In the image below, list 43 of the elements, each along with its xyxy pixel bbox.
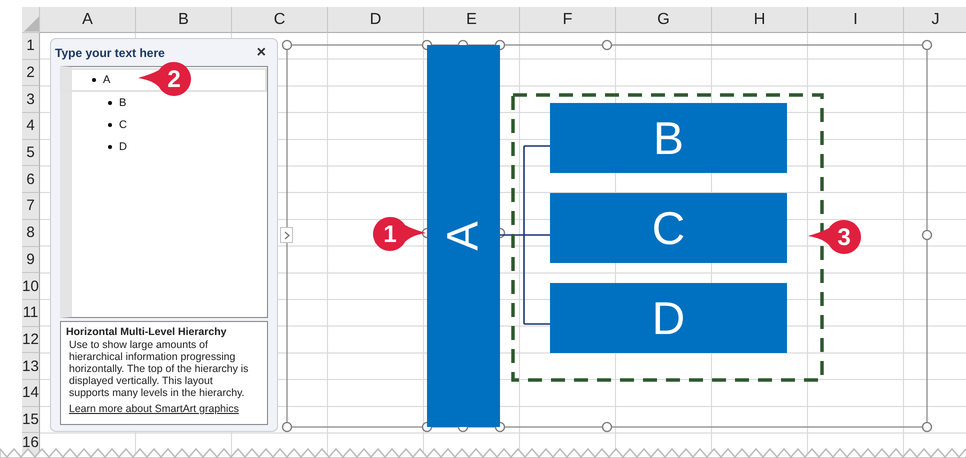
bullet-item[interactable]: B — [119, 97, 126, 109]
column-header[interactable]: I — [808, 7, 904, 33]
row-header[interactable]: 4 — [22, 113, 40, 140]
column-header[interactable]: J — [904, 7, 966, 33]
column-header[interactable]: E — [424, 7, 520, 33]
bullet-item[interactable]: C — [119, 119, 127, 131]
column-header[interactable]: F — [520, 7, 616, 33]
row-header[interactable]: 7 — [22, 193, 40, 220]
row-header[interactable]: 11 — [22, 300, 40, 327]
root-shape[interactable]: A — [427, 45, 500, 427]
row-header[interactable]: 5 — [22, 140, 40, 166]
row-header[interactable]: 10 — [22, 273, 40, 300]
row-header[interactable]: 1 — [22, 33, 40, 60]
column-header[interactable]: H — [712, 7, 808, 33]
close-button[interactable]: × — [254, 45, 268, 61]
layout-title: Horizontal Multi-Level Hierarchy — [66, 326, 228, 338]
bullet-icon — [108, 145, 112, 149]
row-header[interactable]: 14 — [22, 380, 40, 407]
child-shape[interactable]: D — [550, 283, 787, 353]
bullet-icon — [92, 78, 96, 82]
bullet-icon — [108, 101, 112, 105]
bullet-item[interactable]: A — [103, 74, 110, 86]
child-shape[interactable]: B — [550, 103, 787, 173]
pane-title: Type your text here — [55, 46, 165, 60]
bullet-icon — [108, 123, 112, 127]
column-header[interactable]: B — [136, 7, 232, 33]
row-header[interactable]: 8 — [22, 220, 40, 246]
row-header[interactable]: 3 — [22, 86, 40, 114]
row-header[interactable]: 9 — [22, 246, 40, 274]
column-header[interactable]: A — [40, 7, 136, 33]
expand-handle[interactable] — [280, 227, 293, 243]
learn-more-link[interactable]: Learn more about SmartArt graphics — [66, 403, 239, 415]
column-header[interactable]: C — [232, 7, 328, 33]
row-header[interactable]: 15 — [22, 406, 40, 434]
row-header[interactable]: 2 — [22, 60, 40, 86]
row-header[interactable]: 13 — [22, 353, 40, 380]
child-shape[interactable]: C — [550, 193, 787, 263]
bullet-item[interactable]: D — [119, 141, 127, 153]
column-header[interactable]: G — [616, 7, 712, 33]
row-header[interactable]: 6 — [22, 166, 40, 194]
column-header[interactable]: D — [328, 7, 424, 33]
layout-description: Use to show large amounts of hierarchical information progressing horizontally. The top of the hierarchy is displayed vertically. This layout supports many levels in the hierarchy. — [68, 339, 250, 399]
row-header[interactable]: 12 — [22, 326, 40, 354]
